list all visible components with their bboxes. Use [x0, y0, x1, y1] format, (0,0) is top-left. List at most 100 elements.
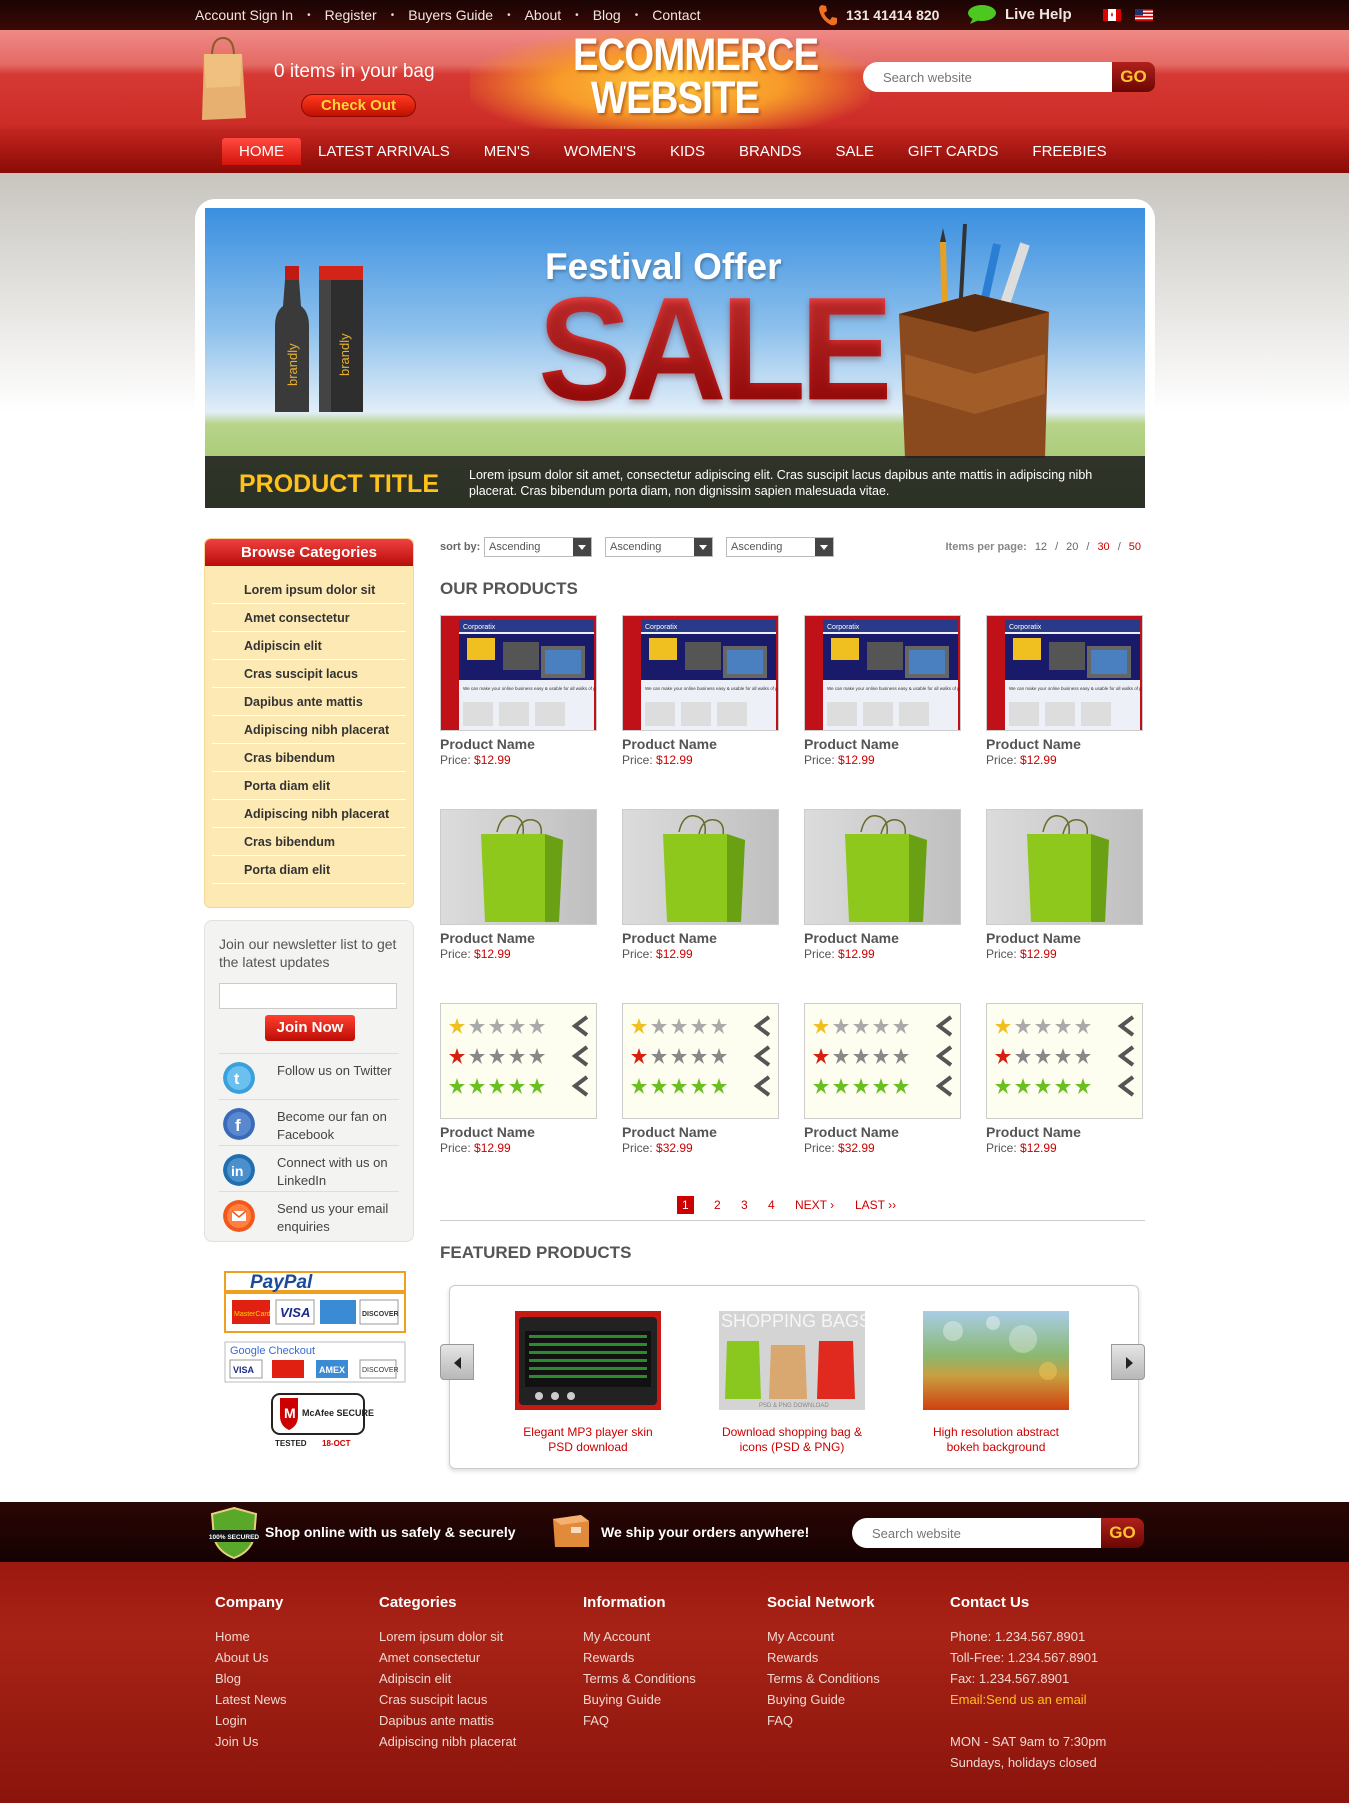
- nav-freebies[interactable]: FREEBIES: [1015, 138, 1123, 165]
- category-item[interactable]: Porta diam elit: [212, 856, 406, 884]
- product-card[interactable]: Product Name Price: $12.99: [440, 809, 597, 979]
- about-link[interactable]: About: [525, 7, 562, 23]
- category-item[interactable]: Adipiscin elit: [212, 632, 406, 660]
- footer-link[interactable]: Adipiscin elit: [379, 1671, 516, 1692]
- product-name[interactable]: Product Name: [622, 1124, 717, 1140]
- sort-select-3[interactable]: Ascending: [726, 537, 834, 557]
- product-image[interactable]: Corporatix We can make your online busine…: [622, 615, 779, 731]
- product-card[interactable]: Product Name Price: $12.99: [986, 1003, 1143, 1173]
- category-item[interactable]: Amet consectetur: [212, 604, 406, 632]
- product-image[interactable]: Corporatix We can make your online busine…: [804, 615, 961, 731]
- product-name[interactable]: Product Name: [986, 736, 1081, 752]
- nav-brands[interactable]: BRANDS: [722, 138, 819, 165]
- footer-link[interactable]: Adipiscing nibh placerat: [379, 1734, 516, 1755]
- footer-link[interactable]: Terms & Conditions: [583, 1671, 696, 1692]
- footer-link[interactable]: FAQ: [583, 1713, 696, 1734]
- sort-select-2[interactable]: Ascending: [605, 537, 713, 557]
- site-logo[interactable]: ECOMMERCE WEBSITE: [573, 32, 819, 120]
- carousel-next-button[interactable]: [1111, 1344, 1145, 1380]
- category-item[interactable]: Cras suscipit lacus: [212, 660, 406, 688]
- product-name[interactable]: Product Name: [986, 930, 1081, 946]
- product-card[interactable]: Product Name Price: $12.99: [440, 1003, 597, 1173]
- footer-search-input[interactable]: [852, 1518, 1102, 1548]
- search-go-button[interactable]: GO: [1112, 62, 1155, 92]
- product-image[interactable]: [440, 1003, 597, 1119]
- product-image[interactable]: Corporatix We can make your online busine…: [440, 615, 597, 731]
- product-card[interactable]: Product Name Price: $12.99: [804, 809, 961, 979]
- product-name[interactable]: Product Name: [622, 736, 717, 752]
- product-card[interactable]: Corporatix We can make your online busine…: [440, 615, 597, 785]
- per-page-option[interactable]: 12: [1035, 541, 1047, 553]
- featured-item[interactable]: SHOPPING BAGS PSD & PNG DOWNLOAD Download…: [719, 1311, 871, 1455]
- product-image[interactable]: [986, 1003, 1143, 1119]
- banner-product-title[interactable]: PRODUCT TITLE: [239, 470, 439, 499]
- product-card[interactable]: Product Name Price: $32.99: [622, 1003, 779, 1173]
- usa-flag-icon[interactable]: [1135, 9, 1153, 21]
- footer-link[interactable]: Amet consectetur: [379, 1650, 516, 1671]
- next-page-link[interactable]: NEXT ›: [795, 1198, 834, 1212]
- per-page-option[interactable]: 30: [1097, 541, 1109, 553]
- footer-link[interactable]: Home: [215, 1629, 287, 1650]
- footer-link[interactable]: Join Us: [215, 1734, 287, 1755]
- footer-link[interactable]: Latest News: [215, 1692, 287, 1713]
- product-card[interactable]: Corporatix We can make your online busine…: [986, 615, 1143, 785]
- product-card[interactable]: Corporatix We can make your online busine…: [804, 615, 961, 785]
- page-link-current[interactable]: 1: [677, 1196, 694, 1214]
- footer-link[interactable]: Buying Guide: [767, 1692, 880, 1713]
- category-item[interactable]: Porta diam elit: [212, 772, 406, 800]
- product-image[interactable]: [622, 809, 779, 925]
- category-item[interactable]: Cras bibendum: [212, 828, 406, 856]
- account-sign-in-link[interactable]: Account Sign In: [195, 7, 293, 23]
- product-image[interactable]: [440, 809, 597, 925]
- product-name[interactable]: Product Name: [440, 736, 535, 752]
- social-linkedin[interactable]: in Connect with us on LinkedIn: [219, 1145, 399, 1191]
- page-link[interactable]: 4: [768, 1198, 775, 1212]
- nav-gift-cards[interactable]: GIFT CARDS: [891, 138, 1016, 165]
- buyers-guide-link[interactable]: Buyers Guide: [408, 7, 493, 23]
- footer-link[interactable]: Rewards: [767, 1650, 880, 1671]
- register-link[interactable]: Register: [325, 7, 377, 23]
- product-name[interactable]: Product Name: [622, 930, 717, 946]
- product-name[interactable]: Product Name: [440, 930, 535, 946]
- social-email[interactable]: Send us your email enquiries: [219, 1191, 399, 1237]
- cart-summary[interactable]: 0 items in your bag: [274, 61, 435, 83]
- nav-kids[interactable]: KIDS: [653, 138, 722, 165]
- product-image[interactable]: [804, 809, 961, 925]
- blog-link[interactable]: Blog: [593, 7, 621, 23]
- product-card[interactable]: Product Name Price: $12.99: [622, 809, 779, 979]
- footer-link[interactable]: Lorem ipsum dolor sit: [379, 1629, 516, 1650]
- footer-link[interactable]: My Account: [767, 1629, 880, 1650]
- last-page-link[interactable]: LAST ››: [855, 1198, 896, 1212]
- product-image[interactable]: [622, 1003, 779, 1119]
- canada-flag-icon[interactable]: [1103, 9, 1121, 21]
- category-item[interactable]: Cras bibendum: [212, 744, 406, 772]
- page-link[interactable]: 2: [714, 1198, 721, 1212]
- footer-link[interactable]: Login: [215, 1713, 287, 1734]
- sort-select-1[interactable]: Ascending: [484, 537, 592, 557]
- page-link[interactable]: 3: [741, 1198, 748, 1212]
- footer-link[interactable]: Terms & Conditions: [767, 1671, 880, 1692]
- live-help-link[interactable]: Live Help: [967, 4, 1072, 24]
- product-image[interactable]: [986, 809, 1143, 925]
- product-image[interactable]: [804, 1003, 961, 1119]
- hero-banner[interactable]: brandly brandly Festival Offer SALE PROD…: [205, 208, 1145, 508]
- social-facebook[interactable]: f Become our fan on Facebook: [219, 1099, 399, 1145]
- nav-womens[interactable]: WOMEN'S: [547, 138, 653, 165]
- footer-link[interactable]: FAQ: [767, 1713, 880, 1734]
- contact-email-link[interactable]: Email:Send us an email: [950, 1692, 1106, 1713]
- per-page-option[interactable]: 20: [1066, 541, 1078, 553]
- footer-link[interactable]: Dapibus ante mattis: [379, 1713, 516, 1734]
- category-item[interactable]: Adipiscing nibh placerat: [212, 716, 406, 744]
- category-item[interactable]: Adipiscing nibh placerat: [212, 800, 406, 828]
- footer-link[interactable]: My Account: [583, 1629, 696, 1650]
- product-name[interactable]: Product Name: [986, 1124, 1081, 1140]
- newsletter-email-input[interactable]: [219, 983, 397, 1009]
- product-card[interactable]: Product Name Price: $32.99: [804, 1003, 961, 1173]
- product-image[interactable]: Corporatix We can make your online busine…: [986, 615, 1143, 731]
- category-item[interactable]: Dapibus ante mattis: [212, 688, 406, 716]
- nav-latest-arrivals[interactable]: LATEST ARRIVALS: [301, 138, 467, 165]
- footer-link[interactable]: Blog: [215, 1671, 287, 1692]
- search-input[interactable]: [863, 62, 1113, 92]
- carousel-prev-button[interactable]: [440, 1344, 474, 1380]
- per-page-option[interactable]: 50: [1129, 541, 1141, 553]
